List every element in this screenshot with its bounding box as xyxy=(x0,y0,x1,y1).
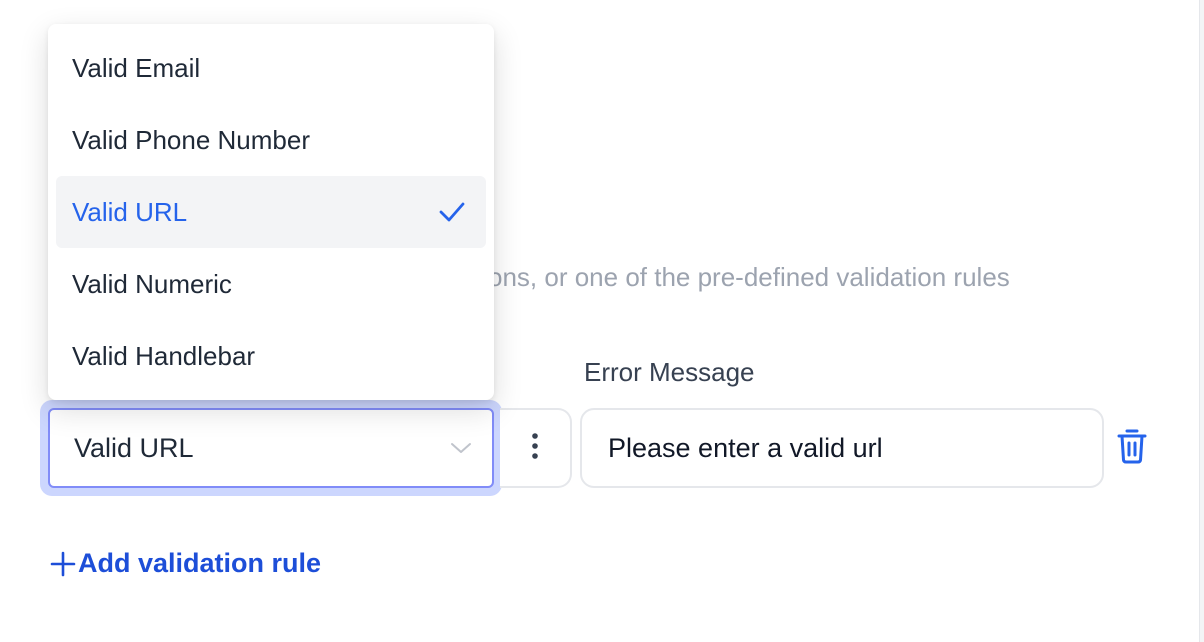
dropdown-option-valid-numeric[interactable]: Valid Numeric xyxy=(56,248,486,320)
add-validation-rule-button[interactable]: Add validation rule xyxy=(50,548,321,579)
validation-rule-select-value: Valid URL xyxy=(74,432,194,463)
validation-rule-select[interactable]: Valid URL xyxy=(48,408,494,488)
dropdown-option-valid-handlebar[interactable]: Valid Handlebar xyxy=(56,320,486,392)
dropdown-option-label: Valid URL xyxy=(72,196,188,227)
chevron-down-icon xyxy=(450,441,472,455)
delete-rule-button[interactable] xyxy=(1112,428,1152,468)
check-icon xyxy=(438,201,466,223)
validation-rules-panel: ons, or one of the pre-defined validatio… xyxy=(0,0,1204,642)
dropdown-option-label: Valid Email xyxy=(72,52,201,83)
vertical-ellipsis-icon xyxy=(531,432,539,465)
dropdown-option-label: Valid Handlebar xyxy=(72,340,256,371)
dropdown-option-label: Valid Numeric xyxy=(72,268,232,299)
more-options-button[interactable] xyxy=(500,408,572,488)
dropdown-option-valid-phone-number[interactable]: Valid Phone Number xyxy=(56,104,486,176)
trash-icon xyxy=(1116,427,1148,470)
error-message-label: Error Message xyxy=(584,357,755,387)
plus-icon xyxy=(50,551,76,577)
dropdown-option-valid-url[interactable]: Valid URL xyxy=(56,176,486,248)
validation-rule-dropdown: Valid Email Valid Phone Number Valid URL… xyxy=(48,24,494,400)
help-text: ons, or one of the pre-defined validatio… xyxy=(488,262,1010,292)
right-edge-panel xyxy=(1199,0,1204,642)
add-validation-rule-label: Add validation rule xyxy=(78,548,322,578)
error-message-input[interactable] xyxy=(580,408,1104,488)
dropdown-option-label: Valid Phone Number xyxy=(72,124,310,155)
dropdown-option-valid-email[interactable]: Valid Email xyxy=(56,32,486,104)
